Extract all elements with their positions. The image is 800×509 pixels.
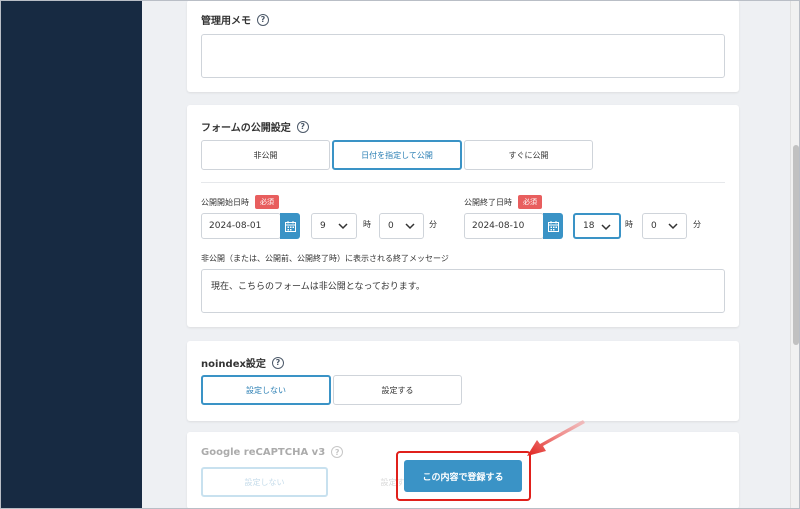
required-badge: 必須 <box>518 195 542 209</box>
publish-title-label: フォームの公開設定 <box>201 123 291 134</box>
minute-unit: 分 <box>429 220 437 229</box>
minute-unit: 分 <box>693 220 701 229</box>
end-message-label: 非公開（または、公開前、公開終了時）に表示される終了メッセージ <box>201 254 449 263</box>
calendar-icon[interactable] <box>543 213 563 239</box>
start-datetime-label: 公開開始日時 必須 <box>201 195 279 209</box>
hour-unit: 時 <box>625 220 633 229</box>
calendar-icon[interactable] <box>280 213 300 239</box>
publish-title: フォームの公開設定 ? <box>201 119 309 134</box>
end-hour-value: 18 <box>583 221 595 231</box>
sidebar <box>0 0 142 509</box>
scrollbar-thumb[interactable] <box>793 145 799 345</box>
publish-option-immediate[interactable]: すぐに公開 <box>464 140 593 170</box>
required-badge: 必須 <box>255 195 279 209</box>
noindex-option-on[interactable]: 設定する <box>333 375 462 405</box>
help-icon[interactable]: ? <box>296 120 309 133</box>
end-minute-select[interactable]: 0 <box>642 213 687 239</box>
start-minute-value: 0 <box>388 221 394 231</box>
end-datetime-label: 公開終了日時 必須 <box>464 195 542 209</box>
end-hour-select[interactable]: 18 <box>573 213 621 239</box>
publish-option-scheduled[interactable]: 日付を指定して公開 <box>332 140 462 170</box>
start-label-text: 公開開始日時 <box>201 197 249 207</box>
memo-title-label: 管理用メモ <box>201 16 251 27</box>
noindex-card: noindex設定 ? 設定しない 設定する <box>187 341 739 421</box>
divider <box>201 182 725 183</box>
end-minute-value: 0 <box>651 221 657 231</box>
noindex-title: noindex設定 ? <box>201 355 284 370</box>
end-message-textarea[interactable]: 現在、こちらのフォームは非公開となっております。 <box>201 269 725 313</box>
start-hour-value: 9 <box>320 221 326 231</box>
memo-textarea[interactable] <box>201 34 725 78</box>
noindex-title-label: noindex設定 <box>201 359 266 370</box>
start-hour-select[interactable]: 9 <box>311 213 357 239</box>
help-icon[interactable]: ? <box>257 13 269 26</box>
chevron-down-icon <box>338 223 348 230</box>
start-date-input[interactable]: 2024-08-01 <box>201 213 281 239</box>
start-minute-select[interactable]: 0 <box>379 213 424 239</box>
hour-unit: 時 <box>363 220 371 229</box>
noindex-option-off[interactable]: 設定しない <box>201 375 331 405</box>
chevron-down-icon <box>668 223 678 230</box>
publish-option-private[interactable]: 非公開 <box>201 140 330 170</box>
scrollbar[interactable] <box>790 0 800 509</box>
submit-button[interactable]: この内容で登録する <box>404 460 522 492</box>
chevron-down-icon <box>405 223 415 230</box>
memo-title: 管理用メモ ? <box>201 12 269 27</box>
end-date-input[interactable]: 2024-08-10 <box>464 213 544 239</box>
end-label-text: 公開終了日時 <box>464 197 512 207</box>
annotation-arrow-icon <box>527 420 585 456</box>
memo-card: 管理用メモ ? <box>187 0 739 92</box>
publish-card: フォームの公開設定 ? 非公開 日付を指定して公開 すぐに公開 公開開始日時 必… <box>187 105 739 327</box>
help-icon[interactable]: ? <box>271 356 284 369</box>
main-content: 管理用メモ ? フォームの公開設定 ? 非公開 日付を指定して公開 すぐに公開 … <box>142 0 790 509</box>
chevron-down-icon <box>601 224 611 231</box>
